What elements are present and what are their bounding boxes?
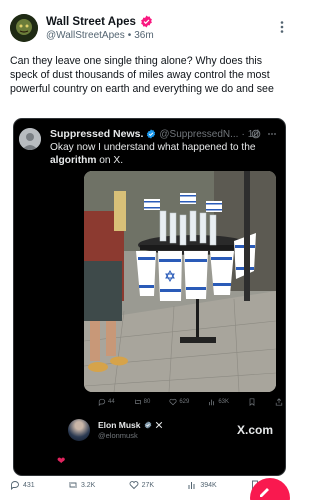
share-icon[interactable] [275,398,283,406]
quoted-text-part-1: Okay now I understand what happened to t… [50,142,256,153]
quoted-views-metric[interactable]: 63K [208,398,229,406]
author-meta: @WallStreetApes • 36m [46,30,154,41]
replies-count: 431 [23,481,35,489]
heart-emoji: ❤ [57,456,66,467]
author-name-row: Wall Street Apes [46,15,153,28]
quoted-repost-metric[interactable]: 80 [134,398,151,406]
views-icon [188,482,195,489]
meta-separator: • [127,30,132,41]
blue-verified-badge-icon [147,129,156,139]
bookmark-icon[interactable] [248,398,256,406]
embedded-account-avatar[interactable] [68,419,90,441]
repost-icon [134,399,141,405]
x-logo-icon [155,421,162,429]
author-handle[interactable]: @WallStreetApes [46,30,125,41]
embedded-account-handle[interactable]: @elonmusk [98,431,138,440]
quoted-author-avatar[interactable] [19,128,41,150]
heart-icon [129,481,139,490]
quoted-post-text: Okay now I understand what happened to t… [50,141,280,167]
views-icon [209,399,215,406]
embedded-name-row: Elon Musk [98,420,163,430]
quoted-more-icon[interactable] [267,129,277,139]
post-action-bar: 431 3.2K 27K 394K [10,480,260,490]
quoted-header-icons [251,129,277,139]
quoted-metrics: 44 80 629 63K [98,398,283,406]
views-button[interactable]: 394K [187,480,217,490]
quoted-name-row: Suppressed News. @SuppressedN... · 1d [50,128,259,140]
quoted-meta-separator: · [241,128,245,140]
embedded-account-card[interactable]: Elon Musk @elonmusk X.com [54,418,279,448]
quoted-author-handle[interactable]: @SuppressedN... [159,129,238,140]
more-options-icon[interactable] [275,20,289,34]
post-time[interactable]: 36m [134,30,153,41]
reply-icon [11,481,19,490]
repost-icon [69,482,77,488]
quoted-reposts-count: 80 [143,399,151,405]
reply-icon [98,398,106,406]
x-com-logo: X.com [236,423,273,437]
like-button[interactable]: 27K [129,480,154,490]
post-text: Can they leave one single thing alone? W… [10,55,274,95]
embedded-account-name[interactable]: Elon Musk [98,420,141,430]
views-count: 394K [200,481,217,489]
reposts-count: 3.2K [80,481,96,489]
quoted-like-metric[interactable]: 629 [169,398,189,406]
author-avatar[interactable] [10,14,38,42]
quoted-post-photo[interactable] [84,171,276,392]
repost-button[interactable]: 3.2K [68,480,95,490]
reply-button[interactable]: 431 [10,480,35,490]
grok-icon[interactable] [251,129,261,139]
quoted-post-card[interactable]: Suppressed News. @SuppressedN... · 1d Ok… [13,118,286,476]
author-name[interactable]: Wall Street Apes [46,16,136,28]
likes-count: 27K [141,481,155,489]
verified-badge-icon [141,15,152,28]
quoted-reply-metric[interactable]: 44 [98,398,115,406]
quoted-text-part-2: on X. [96,155,124,166]
quoted-text-bold: algorithm [50,155,97,166]
quoted-author-name[interactable]: Suppressed News. [50,128,143,140]
quoted-likes-count: 629 [179,399,190,405]
tweet: Wall Street Apes @WallStreetApes • 36m C… [0,0,297,500]
heart-icon [169,398,177,406]
compose-plus-icon [260,488,269,497]
quoted-views-count: 63K [218,399,230,405]
quoted-replies-count: 44 [108,399,115,405]
gray-verified-badge-icon [144,421,151,429]
